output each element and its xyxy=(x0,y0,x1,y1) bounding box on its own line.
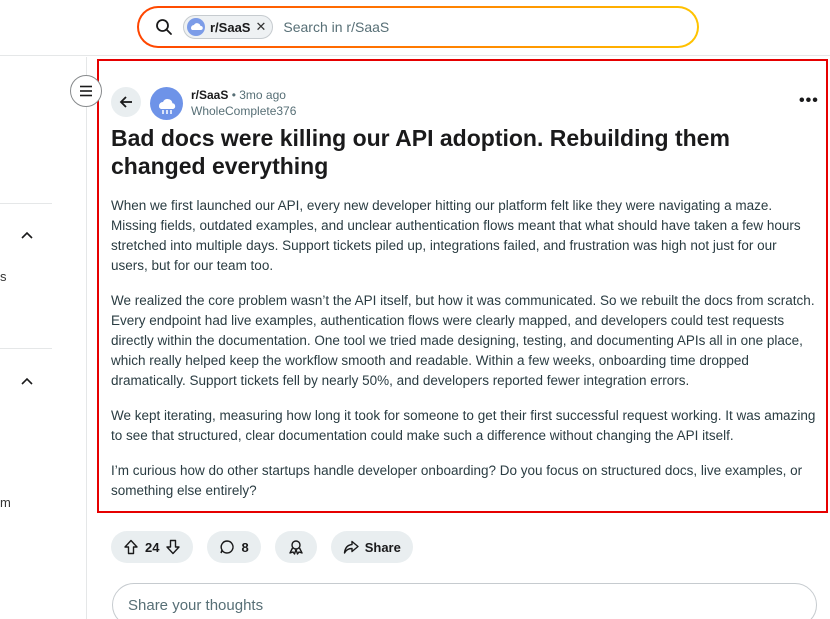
post-body: When we first launched our API, every ne… xyxy=(111,196,817,516)
search-icon xyxy=(155,18,173,36)
hamburger-icon xyxy=(80,85,92,97)
chevron-up-icon[interactable] xyxy=(20,227,34,243)
post-paragraph: I’m curious how do other startups handle… xyxy=(111,463,803,498)
post-time: 3mo ago xyxy=(239,88,286,102)
left-sidebar: s m xyxy=(0,57,102,619)
subreddit-avatar-icon xyxy=(187,18,205,36)
comment-icon xyxy=(219,539,235,555)
author-link[interactable]: WholeComplete376 xyxy=(191,104,296,118)
subreddit-filter-chip[interactable]: r/SaaS ✕ xyxy=(183,15,274,39)
post-actions: 24 8 Share xyxy=(111,531,413,563)
comment-placeholder: Share your thoughts xyxy=(128,596,264,614)
share-button[interactable]: Share xyxy=(330,531,413,563)
sidebar-divider xyxy=(0,348,52,349)
chevron-up-icon[interactable] xyxy=(20,373,34,389)
post-paragraph: When we first launched our API, every ne… xyxy=(111,198,801,273)
meta-separator: • xyxy=(231,88,236,102)
comments-button[interactable]: 8 xyxy=(207,531,261,563)
comment-input[interactable]: Share your thoughts xyxy=(112,583,817,619)
comment-count: 8 xyxy=(241,539,249,555)
vote-group: 24 xyxy=(111,531,194,563)
menu-button[interactable] xyxy=(70,75,102,107)
sidebar-text-fragment: m xyxy=(0,495,11,510)
arrow-left-icon xyxy=(119,96,132,108)
share-label: Share xyxy=(364,539,401,555)
sidebar-divider xyxy=(0,203,52,204)
award-button[interactable] xyxy=(274,531,317,563)
post-paragraph: We realized the core problem wasn’t the … xyxy=(111,293,815,388)
post-meta: r/SaaS • 3mo ago xyxy=(191,88,286,102)
subreddit-avatar-icon[interactable] xyxy=(150,87,183,120)
search-input[interactable] xyxy=(283,19,664,35)
back-button[interactable] xyxy=(111,87,141,117)
award-icon xyxy=(287,539,305,555)
share-icon xyxy=(343,539,359,555)
post-title: Bad docs were killing our API adoption. … xyxy=(111,125,730,179)
downvote-icon[interactable] xyxy=(165,539,181,555)
more-options-icon[interactable]: ••• xyxy=(799,92,819,110)
sidebar-text-fragment: s xyxy=(0,269,7,284)
search-bar[interactable]: r/SaaS ✕ xyxy=(137,6,699,48)
subreddit-link[interactable]: r/SaaS xyxy=(191,88,228,102)
upvote-icon[interactable] xyxy=(123,539,139,555)
close-icon[interactable]: ✕ xyxy=(255,19,266,35)
vote-count: 24 xyxy=(145,539,160,555)
chip-label: r/SaaS xyxy=(210,19,251,35)
post-paragraph: We kept iterating, measuring how long it… xyxy=(111,408,816,443)
top-bar: r/SaaS ✕ xyxy=(0,0,830,56)
